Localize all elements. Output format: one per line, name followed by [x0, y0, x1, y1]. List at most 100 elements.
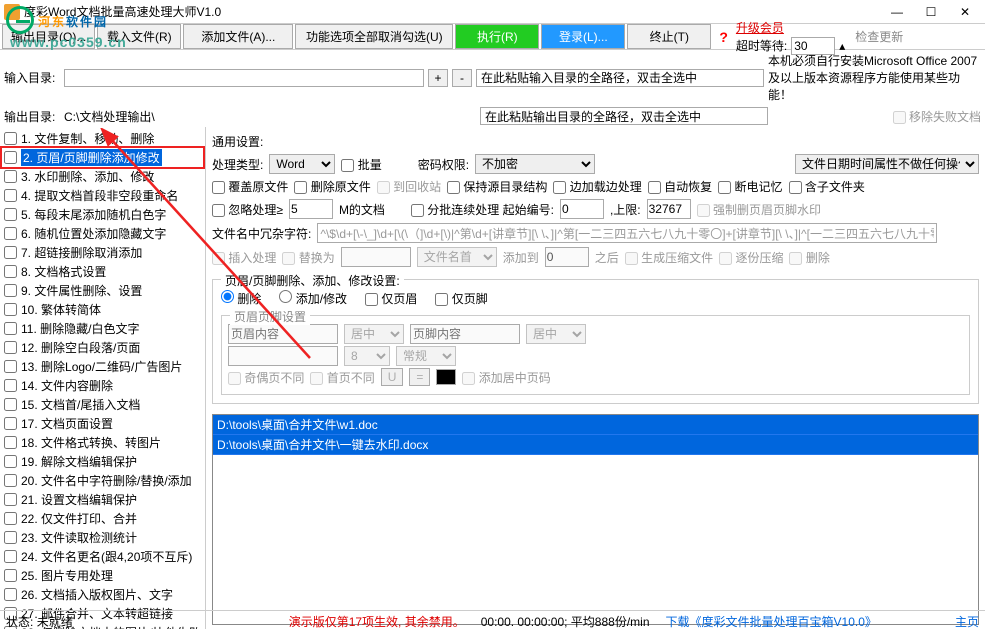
- add-dir-button[interactable]: +: [428, 69, 448, 87]
- sidebar-item-checkbox[interactable]: [4, 512, 17, 525]
- file-list-item[interactable]: D:\tools\桌面\合并文件\一键去水印.docx: [213, 435, 978, 455]
- output-dir-value: C:\文档处理输出\: [64, 108, 424, 125]
- sidebar-item-23[interactable]: 24. 文件名更名(跟4,20项不互斥): [2, 547, 203, 566]
- sidebar-item-checkbox[interactable]: [4, 493, 17, 506]
- sidebar-item-checkbox[interactable]: [4, 341, 17, 354]
- uncheck-all-button[interactable]: 功能选项全部取消勾选(U): [295, 24, 453, 49]
- sidebar-item-checkbox[interactable]: [4, 550, 17, 563]
- hf-add-radio[interactable]: [279, 290, 292, 303]
- sidebar-item-6[interactable]: 6. 随机位置处添加隐藏文字: [2, 224, 203, 243]
- sidebar-item-19[interactable]: 20. 文件名中字符删除/替换/添加: [2, 471, 203, 490]
- start-num-input[interactable]: [560, 199, 604, 219]
- download-link[interactable]: 下载《度彩文件批量处理百宝箱V10.0》: [666, 613, 877, 630]
- sidebar-item-18[interactable]: 19. 解除文档编辑保护: [2, 452, 203, 471]
- sidebar-item-checkbox[interactable]: [4, 170, 17, 183]
- add-files-button[interactable]: 添加文件(A)...: [183, 24, 293, 49]
- ignore-size-input[interactable]: [289, 199, 333, 219]
- sidebar-item-25[interactable]: 26. 文档插入版权图片、文字: [2, 585, 203, 604]
- sidebar-item-checkbox[interactable]: [4, 360, 17, 373]
- sidebar-item-checkbox[interactable]: [4, 379, 17, 392]
- sidebar-item-checkbox[interactable]: [4, 569, 17, 582]
- spinner-icon[interactable]: ▴: [839, 39, 845, 53]
- sidebar-item-checkbox[interactable]: [4, 474, 17, 487]
- sidebar-item-checkbox[interactable]: [4, 265, 17, 278]
- overwrite-checkbox[interactable]: [212, 181, 225, 194]
- sidebar-item-21[interactable]: 22. 仅文件打印、合并: [2, 509, 203, 528]
- sidebar-item-checkbox[interactable]: [4, 303, 17, 316]
- sidebar-item-13[interactable]: 13. 删除Logo/二维码/广告图片: [2, 357, 203, 376]
- remove-dir-button[interactable]: -: [452, 69, 472, 87]
- help-icon[interactable]: ?: [719, 29, 728, 45]
- sidebar-item-checkbox[interactable]: [4, 227, 17, 240]
- sidebar-item-12[interactable]: 12. 删除空白段落/页面: [2, 338, 203, 357]
- sidebar-item-checkbox[interactable]: [4, 436, 17, 449]
- file-list-item[interactable]: D:\tools\桌面\合并文件\w1.doc: [213, 415, 978, 435]
- sidebar-item-9[interactable]: 9. 文件属性删除、设置: [2, 281, 203, 300]
- sidebar-item-checkbox[interactable]: [4, 132, 17, 145]
- hf-delete-radio[interactable]: [221, 290, 234, 303]
- sidebar-item-3[interactable]: 3. 水印删除、添加、修改: [2, 167, 203, 186]
- paste-input-dir-field[interactable]: [476, 69, 764, 87]
- run-button[interactable]: 执行(R): [455, 24, 539, 49]
- sidebar-item-17[interactable]: 18. 文件格式转换、转图片: [2, 433, 203, 452]
- sidebar-item-checkbox[interactable]: [4, 284, 17, 297]
- sidebar-item-checkbox[interactable]: [4, 189, 17, 202]
- upgrade-link[interactable]: 升级会员: [736, 19, 845, 36]
- sidebar-item-checkbox[interactable]: [4, 151, 17, 164]
- minimize-button[interactable]: —: [881, 2, 913, 22]
- load-files-button[interactable]: 载入文件(R): [97, 24, 181, 49]
- keep-struct-checkbox[interactable]: [447, 181, 460, 194]
- sideload-checkbox[interactable]: [553, 181, 566, 194]
- redundant-chars-input[interactable]: [317, 223, 937, 243]
- sidebar-item-15[interactable]: 15. 文档首/尾插入文档: [2, 395, 203, 414]
- color-swatch: [436, 369, 456, 385]
- recycle-checkbox: [377, 181, 390, 194]
- upper-limit-input[interactable]: [647, 199, 691, 219]
- sidebar-item-20[interactable]: 21. 设置文档编辑保护: [2, 490, 203, 509]
- sidebar-item-checkbox[interactable]: [4, 246, 17, 259]
- sidebar-item-7[interactable]: 7. 超链接删除取消添加: [2, 243, 203, 262]
- process-type-select[interactable]: Word: [269, 154, 335, 174]
- sidebar-item-24[interactable]: 25. 图片专用处理: [2, 566, 203, 585]
- home-link[interactable]: 主页: [955, 613, 979, 630]
- sidebar-item-22[interactable]: 23. 文件读取检测统计: [2, 528, 203, 547]
- autorec-checkbox[interactable]: [648, 181, 661, 194]
- sidebar-item-checkbox[interactable]: [4, 417, 17, 430]
- sidebar-item-8[interactable]: 8. 文档格式设置: [2, 262, 203, 281]
- sidebar-item-16[interactable]: 17. 文档页面设置: [2, 414, 203, 433]
- sidebar-item-14[interactable]: 14. 文件内容删除: [2, 376, 203, 395]
- sidebar-item-checkbox[interactable]: [4, 208, 17, 221]
- sidebar-item-10[interactable]: 10. 繁体转简体: [2, 300, 203, 319]
- sidebar-item-checkbox[interactable]: [4, 588, 17, 601]
- function-sidebar[interactable]: 1. 文件复制、移动、删除2. 页眉/页脚删除添加修改3. 水印删除、添加、修改…: [0, 127, 206, 629]
- eq-button: =: [409, 368, 430, 386]
- batch-checkbox[interactable]: [341, 159, 354, 172]
- batch-num-checkbox[interactable]: [411, 204, 424, 217]
- input-dir-field[interactable]: [64, 69, 424, 87]
- bpmem-checkbox[interactable]: [718, 181, 731, 194]
- sidebar-item-checkbox[interactable]: [4, 455, 17, 468]
- date-attr-select[interactable]: 文件日期时间属性不做任何操作: [795, 154, 979, 174]
- output-dir-button[interactable]: 输出目录(O)...: [2, 24, 95, 49]
- only-footer-checkbox[interactable]: [435, 293, 448, 306]
- stop-button[interactable]: 终止(T): [627, 24, 711, 49]
- file-list[interactable]: D:\tools\桌面\合并文件\w1.docD:\tools\桌面\合并文件\…: [212, 414, 979, 625]
- password-select[interactable]: 不加密: [475, 154, 595, 174]
- check-update-link[interactable]: 检查更新: [855, 28, 903, 45]
- sidebar-item-2[interactable]: 2. 页眉/页脚删除添加修改: [2, 148, 203, 167]
- ignore-size-checkbox[interactable]: [212, 204, 225, 217]
- sidebar-item-checkbox[interactable]: [4, 398, 17, 411]
- maximize-button[interactable]: ☐: [915, 2, 947, 22]
- close-button[interactable]: ✕: [949, 2, 981, 22]
- delete-orig-checkbox[interactable]: [294, 181, 307, 194]
- sidebar-item-4[interactable]: 4. 提取文档首段非空段重命名: [2, 186, 203, 205]
- sidebar-item-checkbox[interactable]: [4, 322, 17, 335]
- subdir-checkbox[interactable]: [789, 181, 802, 194]
- login-button[interactable]: 登录(L)...: [541, 24, 625, 49]
- sidebar-item-1[interactable]: 1. 文件复制、移动、删除: [2, 129, 203, 148]
- sidebar-item-11[interactable]: 11. 删除隐藏/白色文字: [2, 319, 203, 338]
- sidebar-item-checkbox[interactable]: [4, 531, 17, 544]
- sidebar-item-5[interactable]: 5. 每段末尾添加随机白色字: [2, 205, 203, 224]
- paste-output-dir-field[interactable]: [480, 107, 768, 125]
- only-header-checkbox[interactable]: [365, 293, 378, 306]
